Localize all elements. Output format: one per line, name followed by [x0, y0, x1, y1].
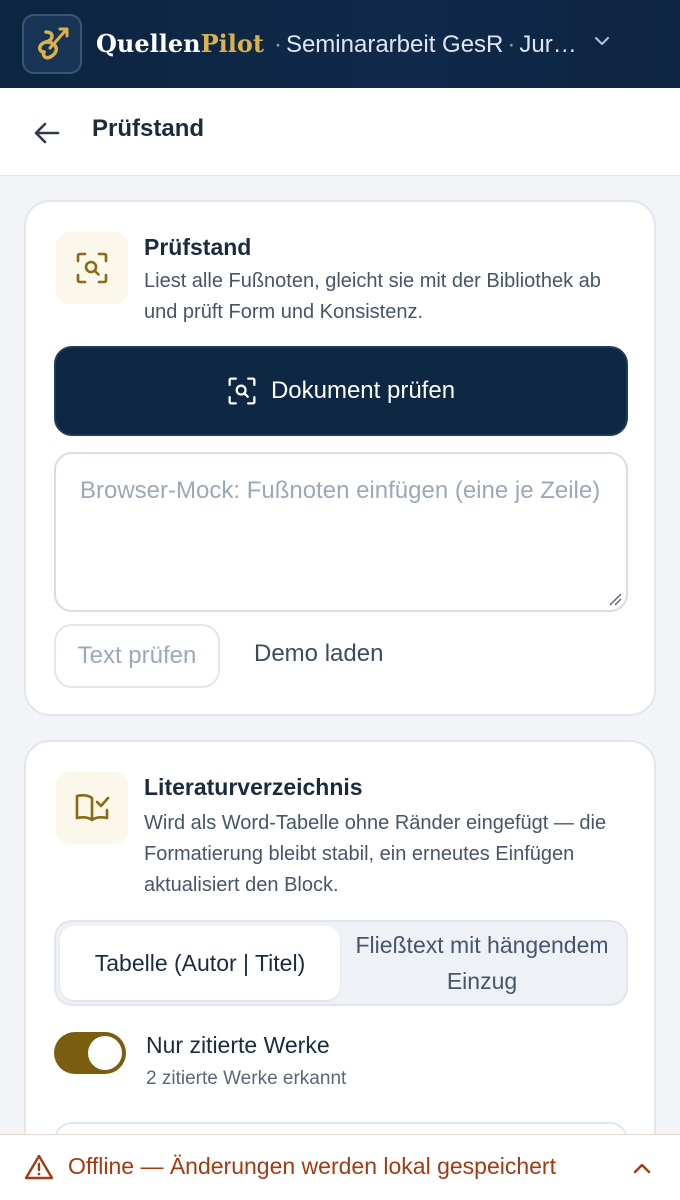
bibliography-card: Literaturverzeichnis Wird als Word-Tabel… [24, 740, 656, 1162]
check-document-label: Dokument prüfen [270, 377, 456, 404]
book-check-icon [56, 772, 128, 844]
segment-flowtext[interactable]: Fließtext mit hängendem Einzug [344, 926, 620, 1000]
offline-status-bar[interactable]: Offline — Änderungen werden lokal gespei… [0, 1134, 680, 1200]
card-title: Literaturverzeichnis [144, 774, 363, 800]
brand-name-part1: Quellen [96, 29, 201, 58]
page-title: Prüfstand [92, 115, 205, 142]
app-header: Quellen Pilot · Seminararbeit GesR · Jur… [0, 0, 680, 88]
brand-name-part2: Pilot [200, 29, 264, 58]
textarea-placeholder: Browser-Mock: Fußnoten einfügen (eine je… [80, 477, 601, 504]
document-suffix: Jur… [519, 31, 577, 58]
offline-status-text: Offline — Änderungen werden lokal gespei… [68, 1153, 556, 1179]
footnotes-textarea[interactable]: Browser-Mock: Fußnoten einfügen (eine je… [54, 452, 628, 612]
app-logo-icon [22, 14, 82, 74]
card-title: Prüfstand [144, 234, 252, 260]
chevron-down-icon[interactable] [591, 30, 613, 52]
warning-icon [24, 1154, 54, 1180]
toggle-sublabel: 2 zitierte Werke erkannt [146, 1068, 347, 1089]
check-card: Prüfstand Liest alle Fußnoten, gleicht s… [24, 200, 656, 716]
check-document-button[interactable]: Dokument prüfen [54, 346, 628, 436]
chevron-up-icon[interactable] [630, 1157, 654, 1179]
document-name: Seminararbeit GesR [285, 31, 504, 58]
check-text-button[interactable]: Text prüfen [54, 624, 220, 688]
document-switcher[interactable]: Quellen Pilot · Seminararbeit GesR · Jur… [96, 29, 613, 59]
toggle-label: Nur zitierte Werke [146, 1032, 330, 1058]
page-header: Prüfstand [0, 88, 680, 176]
card-description: Wird als Word-Tabelle ohne Ränder eingef… [144, 812, 607, 896]
scan-search-icon [56, 232, 128, 304]
card-description: Liest alle Fußnoten, gleicht sie mit der… [144, 270, 601, 323]
segment-table[interactable]: Tabelle (Autor | Titel) [60, 926, 340, 1000]
load-demo-button[interactable]: Demo laden [254, 640, 383, 668]
cited-only-toggle[interactable] [54, 1032, 126, 1074]
document-label: · Seminararbeit GesR · Jur… [273, 31, 577, 58]
resize-handle-icon[interactable] [608, 592, 622, 606]
toggle-knob [88, 1036, 122, 1070]
format-segmented-control: Tabelle (Autor | Titel) Fließtext mit hä… [54, 920, 628, 1006]
scan-search-icon [228, 377, 256, 405]
back-arrow-icon[interactable] [32, 118, 62, 148]
